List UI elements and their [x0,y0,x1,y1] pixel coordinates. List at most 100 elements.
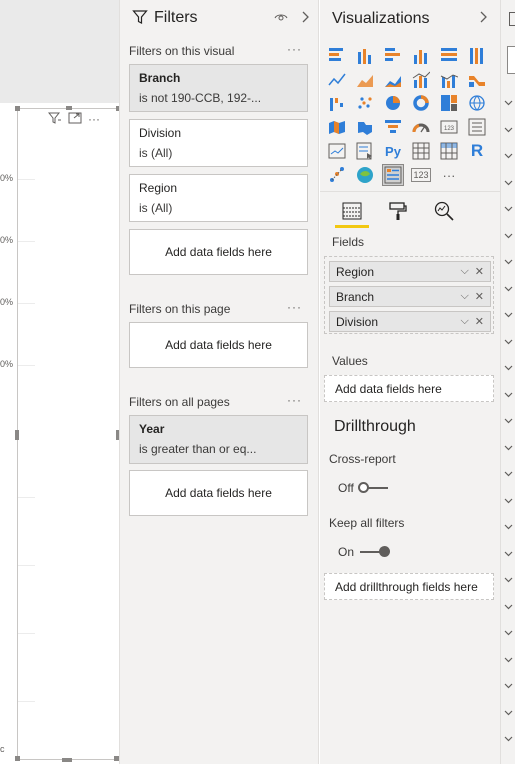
collapse-visualizations-icon[interactable] [480,10,488,26]
search-input[interactable] [507,46,515,74]
resize-handle[interactable] [15,756,20,761]
chevron-down-icon[interactable] [504,549,513,559]
python-visual-icon[interactable]: Py [382,140,404,162]
drillthrough-dropzone[interactable]: Add drillthrough fields here [324,573,494,600]
chevron-down-icon[interactable] [504,98,513,108]
add-report-filter-dropzone[interactable]: Add data fields here [129,470,308,516]
r-visual-icon[interactable]: R [466,140,488,162]
key-influencers-icon[interactable] [326,164,348,186]
chevron-down-icon[interactable] [504,522,513,532]
resize-handle[interactable] [15,106,20,111]
scatter-icon[interactable] [354,92,376,114]
more-options-icon[interactable]: ··· [287,42,302,56]
values-dropzone[interactable]: Add data fields here [324,375,494,402]
stacked-column-icon[interactable] [354,44,376,66]
chevron-down-icon[interactable]: ⌵ [460,265,468,278]
add-visual-filter-dropzone[interactable]: Add data fields here [129,229,308,275]
close-icon[interactable]: ✕ [475,315,484,328]
100-stacked-bar-icon[interactable] [438,44,460,66]
funnel-icon[interactable] [382,116,404,138]
chevron-down-icon[interactable] [504,602,513,612]
close-icon[interactable]: ✕ [475,290,484,303]
chevron-down-icon[interactable] [504,496,513,506]
close-icon[interactable]: ✕ [475,265,484,278]
more-visuals-icon[interactable]: ··· [438,164,460,186]
filter-card-branch[interactable]: Branch is not 190-CCB, 192-... [129,64,308,112]
map-icon[interactable] [466,92,488,114]
chevron-down-icon[interactable] [504,628,513,638]
100-stacked-column-icon[interactable] [466,44,488,66]
resize-handle[interactable] [15,430,19,440]
keep-all-filters-toggle[interactable]: On [338,545,391,559]
stacked-area-icon[interactable] [382,68,404,90]
chevron-down-icon[interactable] [504,204,513,214]
add-page-filter-dropzone[interactable]: Add data fields here [129,322,308,368]
format-tab[interactable] [384,196,412,226]
chevron-down-icon[interactable] [504,416,513,426]
chevron-down-icon[interactable] [504,681,513,691]
number-card-icon[interactable]: 123 [410,164,432,186]
card-icon[interactable]: 123 [438,116,460,138]
stacked-bar-icon[interactable] [326,44,348,66]
chevron-down-icon[interactable] [504,443,513,453]
fields-pane-tab[interactable] [509,12,515,26]
kpi-icon[interactable] [326,140,348,162]
clustered-column-icon[interactable] [410,44,432,66]
collapse-filters-icon[interactable] [302,11,310,26]
chevron-down-icon[interactable] [504,363,513,373]
chevron-down-icon[interactable] [504,337,513,347]
more-options-icon[interactable]: ··· [287,300,302,314]
chevron-down-icon[interactable]: ⌵ [460,315,468,328]
filter-icon[interactable] [47,112,62,127]
matrix-icon[interactable] [438,140,460,162]
selected-visual[interactable] [17,108,119,760]
filter-card-region[interactable]: Region is (All) [129,174,308,222]
slicer-icon[interactable] [354,140,376,162]
chevron-down-icon[interactable] [504,257,513,267]
cross-report-toggle[interactable]: Off [338,481,388,495]
filled-map-icon[interactable] [326,116,348,138]
line-chart-icon[interactable] [326,68,348,90]
chevron-down-icon[interactable] [504,284,513,294]
fields-well[interactable]: Region ⌵ ✕ Branch ⌵ ✕ Division ⌵ ✕ [324,256,494,334]
analytics-tab[interactable] [430,196,458,226]
ribbon-chart-icon[interactable] [466,68,488,90]
chevron-down-icon[interactable] [504,125,513,135]
field-pill-region[interactable]: Region ⌵ ✕ [329,261,491,282]
filter-card-year[interactable]: Year is greater than or eq... [129,415,308,464]
chevron-down-icon[interactable] [504,469,513,479]
chevron-down-icon[interactable] [504,231,513,241]
chevron-down-icon[interactable] [504,390,513,400]
waterfall-icon[interactable] [326,92,348,114]
chevron-down-icon[interactable] [504,151,513,161]
multi-row-card-icon[interactable] [466,116,488,138]
chevron-down-icon[interactable] [504,178,513,188]
field-pill-division[interactable]: Division ⌵ ✕ [329,311,491,332]
clustered-bar-icon[interactable] [382,44,404,66]
custom-visual-icon[interactable] [382,164,404,186]
fields-tab[interactable] [335,196,369,228]
more-options-icon[interactable]: ··· [287,393,302,407]
more-options-icon[interactable]: ··· [88,111,100,127]
chevron-down-icon[interactable] [504,310,513,320]
table-icon[interactable] [410,140,432,162]
chevron-down-icon[interactable]: ⌵ [460,290,468,303]
treemap-icon[interactable] [438,92,460,114]
line-column-icon[interactable] [410,68,432,90]
field-pill-branch[interactable]: Branch ⌵ ✕ [329,286,491,307]
focus-mode-icon[interactable] [68,112,82,127]
resize-handle[interactable] [66,106,72,110]
arcgis-map-icon[interactable] [354,164,376,186]
area-chart-icon[interactable] [354,68,376,90]
shape-map-icon[interactable] [354,116,376,138]
pie-icon[interactable] [382,92,404,114]
line-clustered-column-icon[interactable] [438,68,460,90]
eye-icon[interactable] [274,11,288,25]
chevron-down-icon[interactable] [504,575,513,585]
chevron-down-icon[interactable] [504,708,513,718]
chevron-down-icon[interactable] [504,734,513,744]
resize-handle[interactable] [62,758,72,762]
chevron-down-icon[interactable] [504,655,513,665]
filter-card-division[interactable]: Division is (All) [129,119,308,167]
donut-icon[interactable] [410,92,432,114]
